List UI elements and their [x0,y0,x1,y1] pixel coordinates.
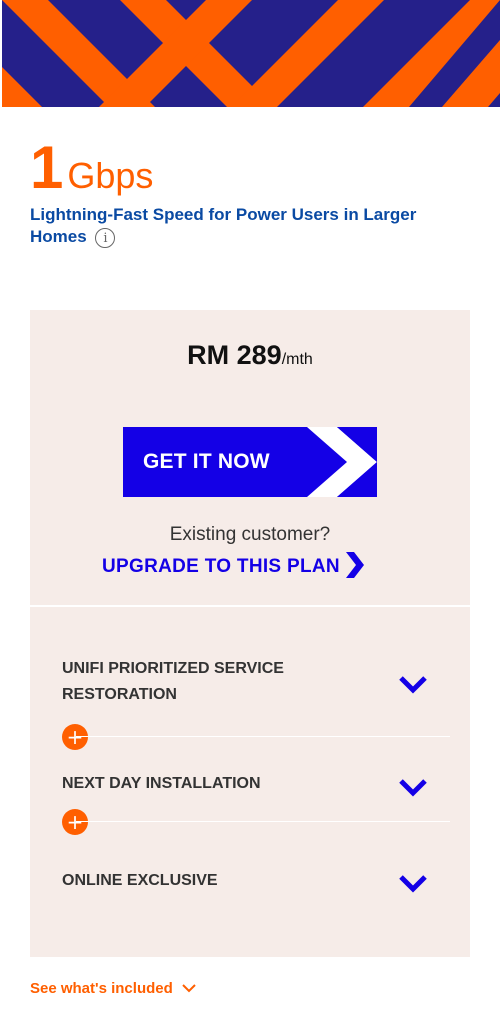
feature-item[interactable]: UNIFI PRIORITIZED SERVICE RESTORATION [62,656,450,708]
speed-unit: Gbps [67,155,154,196]
upgrade-plan-label: UPGRADE TO THIS PLAN [102,556,340,578]
feature-title: NEXT DAY INSTALLATION [62,775,261,792]
price-period: /mth [281,351,313,368]
feature-item[interactable]: ONLINE EXCLUSIVE [62,868,450,894]
chevron-right-icon [345,552,364,578]
chevron-down-icon[interactable] [398,674,428,696]
chevron-down-icon[interactable] [398,873,428,895]
chevron-down-icon [182,983,196,992]
see-whats-included-label: See what's included [30,980,173,997]
feature-divider [76,821,450,822]
upgrade-plan-link[interactable]: UPGRADE TO THIS PLAN [102,552,364,578]
pricing-divider [30,605,470,607]
speed-value: 1 [30,134,64,201]
see-whats-included-link[interactable]: See what's included [30,980,197,997]
get-it-now-label: GET IT NOW [143,450,270,473]
feature-item[interactable]: NEXT DAY INSTALLATION [62,771,450,797]
pricing-panel: RM 289/mth GET IT NOW Existing customer?… [30,310,470,957]
price-amount: RM 289 [187,340,282,370]
feature-title: ONLINE EXCLUSIVE [62,872,218,889]
plan-price: RM 289/mth [30,340,470,371]
plan-banner [2,0,500,107]
feature-title: UNIFI PRIORITIZED SERVICE RESTORATION [62,660,284,703]
existing-customer-text: Existing customer? [169,524,331,545]
plan-speed: 1 Gbps [30,138,153,198]
plan-tagline-wrapper: Lightning-Fast Speed for Power Users in … [30,204,450,248]
arrow-right-icon [307,427,377,497]
feature-divider [76,736,450,737]
chevron-down-icon[interactable] [398,777,428,799]
plan-tagline: Lightning-Fast Speed for Power Users in … [30,205,417,246]
info-icon[interactable]: i [95,227,116,248]
banner-stripes [2,0,500,107]
plan-card: 1 Gbps Lightning-Fast Speed for Power Use… [2,0,500,1028]
plus-icon: + [62,809,88,835]
get-it-now-button[interactable]: GET IT NOW [123,427,377,497]
plus-icon: + [62,724,88,750]
